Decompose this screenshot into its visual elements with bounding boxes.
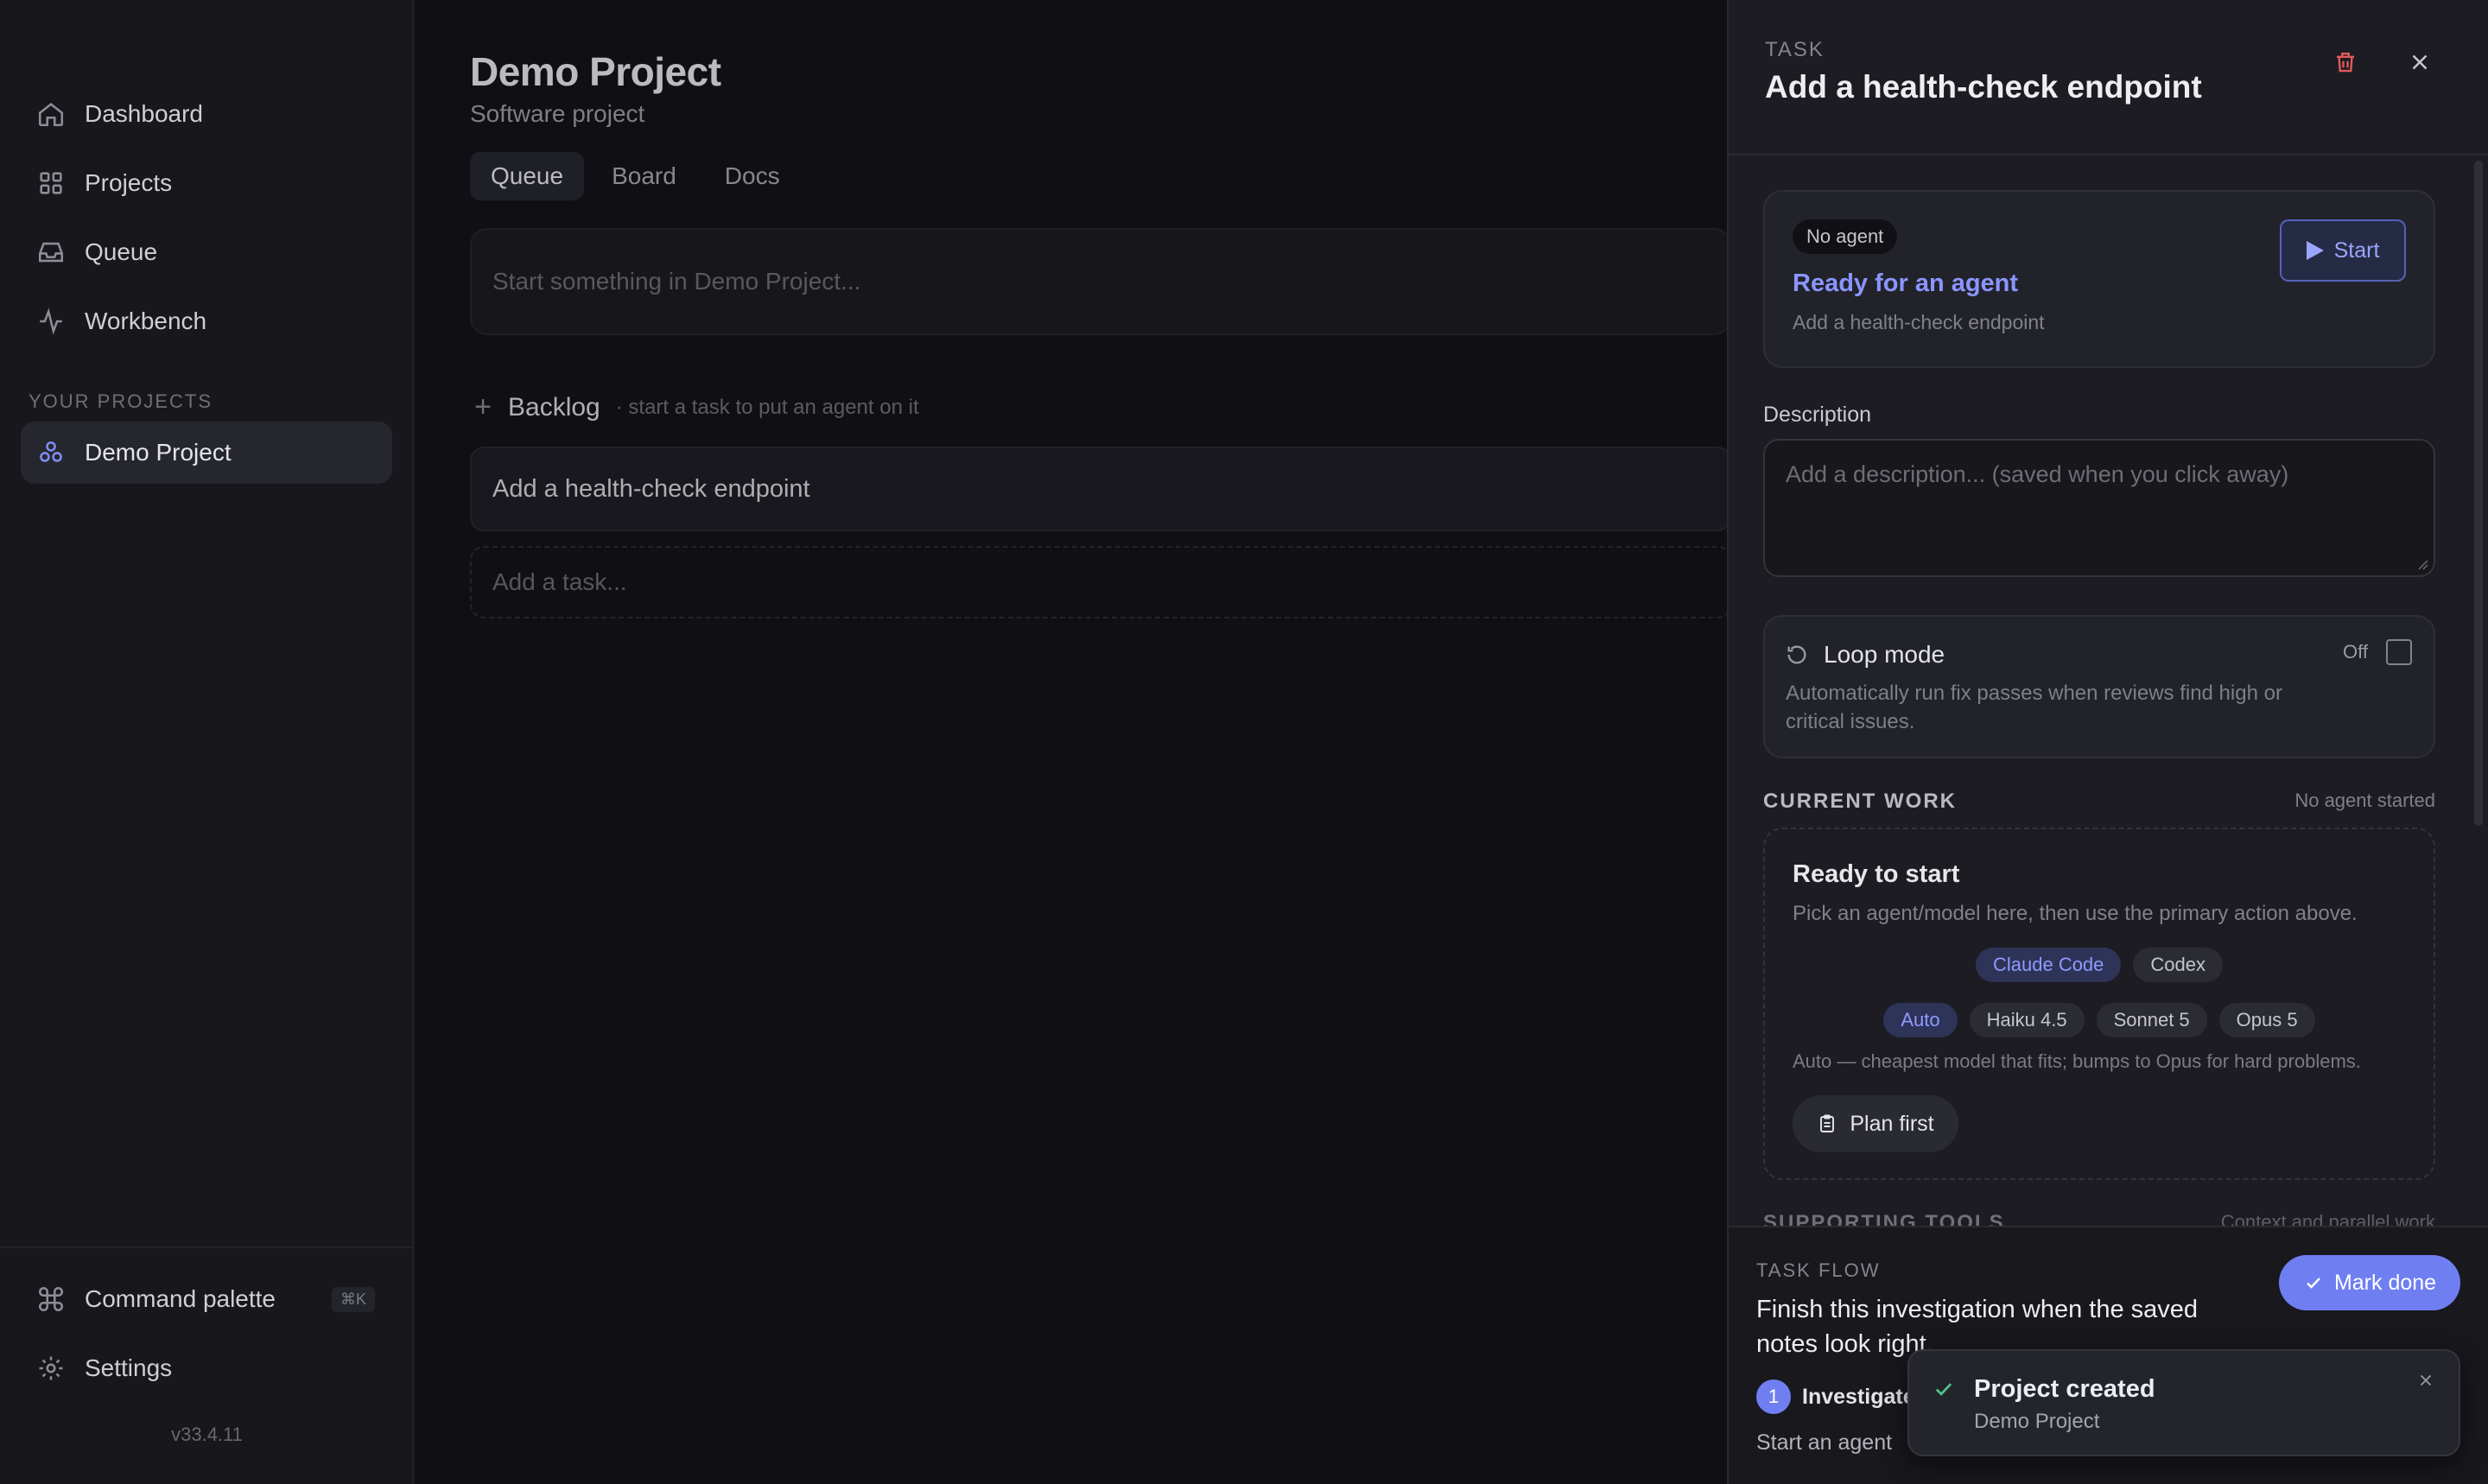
tab-board[interactable]: Board	[591, 152, 697, 200]
sidebar: Dashboard Projects Queue Workbench YOUR …	[0, 0, 414, 1484]
mark-done-button[interactable]: Mark done	[2279, 1255, 2460, 1310]
model-option-auto[interactable]: Auto	[1883, 1003, 1958, 1037]
check-icon	[2307, 1278, 2320, 1289]
description-textarea[interactable]: Add a description... (saved when you cli…	[1763, 439, 2435, 577]
command-palette-button[interactable]: Command palette ⌘K	[21, 1268, 392, 1330]
check-icon	[1935, 1383, 1952, 1396]
settings-button[interactable]: Settings	[21, 1337, 392, 1399]
current-work-title: CURRENT WORK	[1763, 790, 1957, 813]
agent-option-codex[interactable]: Codex	[2133, 948, 2224, 982]
loop-state-label: Off	[2343, 641, 2368, 663]
panel-kicker: TASK	[1765, 38, 1825, 61]
loop-mode-description: Automatically run fix passes when review…	[1786, 682, 2282, 733]
app-version: v33.4.11	[171, 1424, 243, 1445]
step-number: 1	[1756, 1379, 1791, 1414]
agent-selector: Claude Code Codex	[1763, 948, 2435, 982]
play-icon	[2306, 241, 2324, 260]
start-label: Start	[2333, 238, 2380, 263]
step-label: Investigate	[1802, 1385, 1915, 1409]
plus-icon[interactable]: +	[470, 390, 496, 424]
sidebar-project-demo[interactable]: Demo Project	[21, 422, 392, 484]
model-option-haiku[interactable]: Haiku 4.5	[1969, 1003, 2085, 1037]
tab-docs[interactable]: Docs	[704, 152, 801, 200]
description-placeholder: Add a description... (saved when you cli…	[1786, 461, 2289, 487]
task-title: Add a health-check endpoint	[1765, 69, 2202, 105]
resize-handle-icon[interactable]	[2416, 558, 2428, 570]
backlog-header: + Backlog · start a task to put an agent…	[470, 390, 919, 424]
toast-title: Project created	[1974, 1375, 2155, 1403]
refresh-icon	[1787, 645, 1806, 664]
sidebar-item-label: Demo Project	[85, 439, 232, 466]
agent-option-claude-code[interactable]: Claude Code	[1975, 948, 2122, 982]
project-tabs: Queue Board Docs	[470, 152, 801, 200]
panel-scrollbar[interactable]	[2474, 161, 2483, 826]
task-flow-kicker: TASK FLOW	[1756, 1259, 1881, 1281]
model-option-opus[interactable]: Opus 5	[2218, 1003, 2315, 1037]
sidebar-item-label: Projects	[85, 169, 173, 196]
sidebar-divider	[0, 1246, 414, 1248]
sidebar-item-dashboard[interactable]: Dashboard	[21, 83, 392, 145]
page-subtitle: Software project	[470, 100, 645, 127]
work-card-subtitle: Pick an agent/model here, then use the p…	[1793, 902, 2358, 925]
ready-title: Ready for an agent	[1793, 270, 2019, 297]
sidebar-item-workbench[interactable]: Workbench	[21, 290, 392, 352]
clipboard-icon	[1820, 1114, 1835, 1132]
task-row[interactable]: Add a health-check endpoint	[470, 447, 1731, 531]
plan-first-button[interactable]: Plan first	[1793, 1095, 1958, 1152]
sidebar-item-label: Workbench	[85, 308, 207, 334]
model-note: Auto — cheapest model that fits; bumps t…	[1793, 1050, 2361, 1072]
sidebar-item-projects[interactable]: Projects	[21, 152, 392, 214]
modal-dim-overlay	[416, 0, 1727, 1484]
page-title: Demo Project	[470, 49, 721, 94]
command-icon	[38, 1286, 64, 1312]
mark-done-label: Mark done	[2333, 1270, 2437, 1295]
description-label: Description	[1763, 403, 1872, 427]
model-selector: Auto Haiku 4.5 Sonnet 5 Opus 5	[1763, 1003, 2435, 1037]
gear-icon	[39, 1356, 63, 1380]
loop-mode-checkbox[interactable]	[2386, 639, 2412, 665]
plan-first-label: Plan first	[1850, 1111, 1934, 1136]
project-icon	[40, 441, 62, 462]
status-badge: No agent	[1793, 219, 1898, 254]
agent-badge-wrap: No agent	[1793, 219, 1898, 254]
compose-input[interactable]: Start something in Demo Project...	[470, 228, 1731, 335]
inbox-icon	[38, 242, 64, 263]
ready-subtitle: Add a health-check endpoint	[1793, 311, 2045, 333]
settings-label: Settings	[85, 1354, 173, 1381]
sidebar-item-label: Dashboard	[85, 100, 203, 127]
sidebar-item-label: Queue	[85, 238, 158, 265]
panel-header: TASK Add a health-check endpoint	[1729, 0, 2488, 155]
close-button[interactable]	[2401, 43, 2439, 81]
home-icon	[38, 103, 64, 127]
backlog-hint: · start a task to put an agent on it	[615, 395, 919, 419]
toast-subtitle: Demo Project	[1974, 1410, 2100, 1433]
current-work-status: No agent started	[2294, 790, 2435, 811]
step-subtitle: Start an agent	[1756, 1430, 1893, 1455]
sidebar-item-queue[interactable]: Queue	[21, 221, 392, 283]
trash-icon	[2337, 52, 2354, 73]
command-palette-label: Command palette	[85, 1285, 276, 1312]
loop-mode-title: Loop mode	[1824, 641, 1945, 668]
work-card-title: Ready to start	[1793, 860, 1960, 888]
close-icon	[2412, 54, 2428, 70]
shortcut-badge: ⌘K	[331, 1286, 375, 1312]
close-icon	[2420, 1374, 2432, 1386]
activity-icon	[40, 308, 62, 335]
toast-close-button[interactable]	[2412, 1367, 2440, 1394]
section-label-projects: YOUR PROJECTS	[29, 390, 213, 412]
start-button[interactable]: Start	[2280, 219, 2406, 282]
backlog-title: Backlog	[508, 392, 600, 422]
add-task-input[interactable]: Add a task...	[470, 546, 1731, 618]
tab-queue[interactable]: Queue	[470, 152, 585, 200]
model-option-sonnet[interactable]: Sonnet 5	[2096, 1003, 2207, 1037]
delete-button[interactable]	[2326, 43, 2364, 81]
grid-icon	[40, 172, 62, 194]
